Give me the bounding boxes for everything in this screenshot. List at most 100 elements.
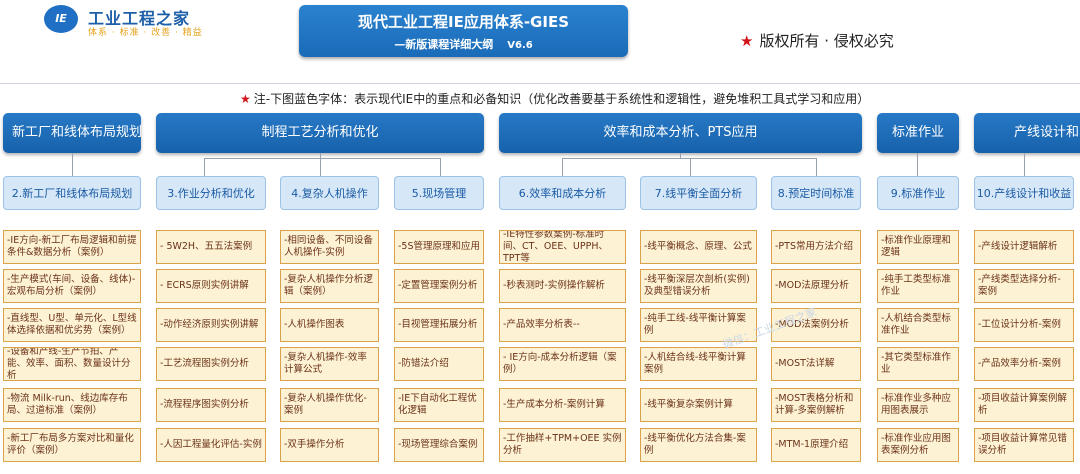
course-item-label: -标准作业应用图表案例分析 [881, 433, 951, 456]
version-label: V6.6 [507, 40, 533, 51]
course-item-label: -纯手工类型标准作业 [881, 274, 951, 297]
course-item-label: -5S管理原理和应用 [398, 241, 481, 252]
course-item: -复杂人机操作优化-案例 [280, 388, 379, 422]
course-item: -MOD法原理分析 [771, 269, 861, 303]
course-item-label: -新工厂布局多方案对比和量化评价（案例） [7, 433, 134, 456]
course-item: -双手操作分析 [280, 428, 379, 462]
connector-line [320, 158, 321, 176]
connector-line [440, 158, 441, 176]
course-item: -线平衡复杂案例计算 [640, 388, 757, 422]
category-process-analysis: 制程工艺分析和优化 [156, 113, 484, 153]
course-item-label: -现场管理综合案例 [398, 439, 478, 450]
note-text: 注-下图蓝色字体：表示现代IE中的重点和必备知识（优化改善要基于系统性和逻辑性，… [253, 92, 870, 106]
connector-line [204, 158, 440, 159]
star-icon: ★ [740, 32, 754, 50]
course-item: -定置管理案例分析 [394, 269, 484, 303]
course-item: -人机操作图表 [280, 308, 379, 342]
connector-line [816, 158, 817, 176]
course-item: -MOST表格分析和计算-多案例解析 [771, 388, 861, 422]
course-item-label: -复杂人机操作-效率计算公式 [284, 352, 367, 375]
course-item: -复杂人机操作-效率计算公式 [280, 347, 379, 381]
course-item: -线平衡优化方法合集-案例 [640, 428, 757, 462]
course-item-label: -IE下自动化工程优化逻辑 [398, 393, 477, 416]
course-item: -人机结合类型标准作业 [877, 308, 959, 342]
course-item-label: -工艺流程图实例分析 [160, 358, 249, 369]
course-item-label: - ECRS原则实例讲解 [160, 280, 249, 291]
course-item: -工艺流程图实例分析 [156, 347, 266, 381]
title-banner: 现代工业工程IE应用体系-GIES —新版课程详细大纲 V6.6 [299, 5, 628, 57]
course-item-label: -工作抽样+TPM+OEE 实例分析 [503, 433, 622, 456]
course-item: -5S管理原理和应用 [394, 230, 484, 264]
course-item-label: -产线设计逻辑解析 [978, 241, 1058, 252]
course-item-label: - IE方向-成本分析逻辑（案例） [503, 352, 617, 375]
course-item-label: -人机结合类型标准作业 [881, 313, 951, 336]
connector-line [690, 158, 691, 176]
course-item: -IE下自动化工程优化逻辑 [394, 388, 484, 422]
course-item: -PTS常用方法介绍 [771, 230, 861, 264]
course-item-label: -工位设计分析-案例 [978, 319, 1061, 330]
copyright-notice: ★ 版权所有 · 侵权必究 [740, 30, 894, 51]
course-item-label: -线平衡优化方法合集-案例 [644, 433, 746, 456]
connector-line [204, 158, 205, 176]
logo-icon: IE [44, 5, 78, 33]
course-item: -标准作业应用图表案例分析 [877, 428, 959, 462]
course-item-label: -秒表测时-实例操作解析 [503, 280, 605, 291]
course-item-label: -生产模式(车间、设备、线体)-宏观布局分析（案例） [7, 274, 136, 297]
module-standard-work: 9.标准作业 [877, 176, 959, 210]
course-item-label: -产品效率分析-案例 [978, 358, 1061, 369]
note-line: ★ 注-下图蓝色字体：表示现代IE中的重点和必备知识（优化改善要基于系统性和逻辑性… [240, 90, 869, 107]
course-item: -标准作业原理和逻辑 [877, 230, 959, 264]
course-item: -其它类型标准作业 [877, 347, 959, 381]
course-item: -产品效率分析表-- [499, 308, 626, 342]
course-item: -IE特性参数案例-标准时间、CT、OEE、UPPH、TPT等 [499, 230, 626, 264]
course-item: -MOST法详解 [771, 347, 861, 381]
course-item-label: -线平衡概念、原理、公式 [644, 241, 752, 252]
course-item-label: -相同设备、不同设备人机操作-实例 [284, 235, 373, 258]
course-item: -标准作业多种应用图表展示 [877, 388, 959, 422]
logo-tagline: 体系 · 标准 · 改善 · 精益 [88, 28, 203, 38]
course-item-label: -设备和产线-生产节拍、产能、效率、面积、数量设计分析 [7, 347, 131, 381]
course-item: -项目收益计算常见错误分析 [974, 428, 1074, 462]
course-item: -设备和产线-生产节拍、产能、效率、面积、数量设计分析 [3, 347, 141, 381]
course-item: -复杂人机操作分析逻辑（案例） [280, 269, 379, 303]
course-item: - IE方向-成本分析逻辑（案例） [499, 347, 626, 381]
connector-line [562, 158, 563, 176]
module-line-balancing: 7.线平衡全面分析 [640, 176, 757, 210]
star-icon: ★ [240, 92, 251, 106]
course-item-label: -产品效率分析表-- [503, 319, 580, 330]
course-item-label: -PTS常用方法介绍 [775, 241, 853, 252]
course-item: -秒表测时-实例操作解析 [499, 269, 626, 303]
course-item: -线平衡概念、原理、公式 [640, 230, 757, 264]
course-item: -生产成本分析-案例计算 [499, 388, 626, 422]
page-title: 现代工业工程IE应用体系-GIES [358, 13, 569, 31]
course-item: -流程程序图实例分析 [156, 388, 266, 422]
course-item: -MTM-1原理介绍 [771, 428, 861, 462]
course-item-label: -人机结合线-线平衡计算案例 [644, 352, 746, 375]
module-site-management: 5.现场管理 [394, 176, 484, 210]
module-man-machine: 4.复杂人机操作 [280, 176, 379, 210]
course-item: -相同设备、不同设备人机操作-实例 [280, 230, 379, 264]
course-item-label: -标准作业多种应用图表展示 [881, 393, 951, 416]
course-item-label: -MOD法原理分析 [775, 280, 849, 291]
subtitle-text: —新版课程详细大纲 [394, 38, 494, 51]
course-item-label: -IE方向-新工厂布局逻辑和前提条件&数据分析（案例） [7, 235, 137, 258]
category-line-design: 产线设计和收益 [974, 113, 1080, 153]
course-item-label: -双手操作分析 [284, 439, 345, 450]
course-item-label: -复杂人机操作优化-案例 [284, 393, 367, 416]
module-line-design: 10.产线设计和收益 [974, 176, 1074, 210]
course-item: -IE方向-新工厂布局逻辑和前提条件&数据分析（案例） [3, 230, 141, 264]
course-item-label: -IE特性参数案例-标准时间、CT、OEE、UPPH、TPT等 [503, 230, 608, 264]
course-item-label: -物流 Milk-run、线边库存布局、过道标准（案例） [7, 393, 128, 416]
connector-line [1024, 153, 1025, 176]
course-item: -直线型、U型、单元化、L型线体选择依据和优劣势（案例） [3, 308, 141, 342]
connector-line [72, 153, 73, 176]
course-item: - ECRS原则实例讲解 [156, 269, 266, 303]
divider [0, 83, 1080, 84]
connector-line [917, 153, 918, 176]
course-item: -目视管理拓展分析 [394, 308, 484, 342]
course-item-label: -防错法介绍 [398, 358, 449, 369]
module-operation-analysis: 3.作业分析和优化 [156, 176, 266, 210]
page-subtitle: —新版课程详细大纲 V6.6 [299, 36, 628, 52]
module-pts: 8.预定时间标准 [771, 176, 861, 210]
course-item-label: -MTM-1原理介绍 [775, 439, 849, 450]
